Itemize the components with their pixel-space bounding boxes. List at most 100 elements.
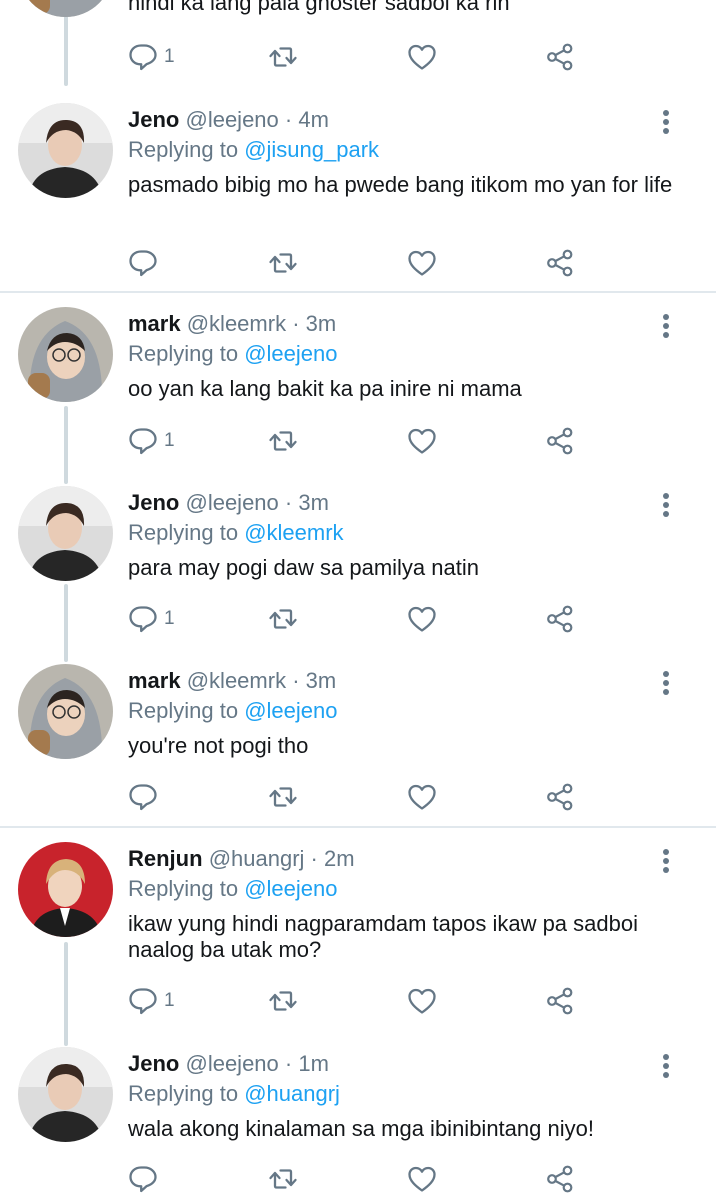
display-name[interactable]: Renjun <box>128 846 203 871</box>
tweet: mark @kleemrk · 3m Replying to @leejeno … <box>0 310 716 468</box>
share-button[interactable] <box>545 246 575 280</box>
retweet-button[interactable] <box>268 424 298 458</box>
user-handle[interactable]: @leejeno <box>185 490 278 515</box>
timestamp[interactable]: 1m <box>298 1051 329 1076</box>
mention-link[interactable]: @kleemrk <box>244 520 343 545</box>
separator: · <box>284 107 293 132</box>
tweet-actions: 1 <box>128 424 588 458</box>
reply-button[interactable] <box>128 780 164 814</box>
retweet-button[interactable] <box>268 780 298 814</box>
share-button[interactable] <box>545 984 575 1018</box>
reply-icon <box>128 248 158 278</box>
tweet-header: Jeno @leejeno · 1m <box>128 1050 329 1078</box>
tweet-actions <box>128 1162 588 1196</box>
retweet-icon <box>268 604 298 634</box>
more-vertical-icon[interactable] <box>656 108 676 136</box>
display-name[interactable]: mark <box>128 311 181 336</box>
share-icon <box>545 1164 575 1194</box>
retweet-icon <box>268 1164 298 1194</box>
share-button[interactable] <box>545 780 575 814</box>
tweet: Jeno @leejeno · 1m Replying to @huangrj … <box>0 1050 716 1200</box>
timestamp[interactable]: 3m <box>306 668 337 693</box>
retweet-button[interactable] <box>268 1162 298 1196</box>
tweet-actions <box>128 780 588 814</box>
separator: · <box>292 668 300 693</box>
reply-icon <box>128 426 158 456</box>
replying-to-label: Replying to <box>128 698 239 723</box>
share-icon <box>545 42 575 72</box>
mention-link[interactable]: @huangrj <box>244 1081 340 1106</box>
mention-link[interactable]: @leejeno <box>244 341 337 366</box>
mention-link[interactable]: @leejeno <box>244 698 337 723</box>
more-vertical-icon[interactable] <box>656 847 676 875</box>
reply-button[interactable] <box>128 1162 164 1196</box>
share-icon <box>545 426 575 456</box>
tweet-text: pasmado bibig mo ha pwede bang itikom mo… <box>128 172 673 197</box>
reply-button[interactable]: 1 <box>128 984 175 1018</box>
tweet-header: Jeno @leejeno · 4m <box>128 106 329 134</box>
user-handle[interactable]: @huangrj <box>209 846 305 871</box>
tweet-text: you're not pogi tho <box>128 733 309 758</box>
mention-link[interactable]: @leejeno <box>244 876 337 901</box>
user-handle[interactable]: @leejeno <box>185 1051 278 1076</box>
reply-button[interactable]: 1 <box>128 424 175 458</box>
more-vertical-icon[interactable] <box>656 491 676 519</box>
timestamp[interactable]: 3m <box>306 311 337 336</box>
tweet-text: hindi ka lang pala ghoster sadboi ka rin <box>128 0 510 15</box>
like-button[interactable] <box>407 1162 437 1196</box>
timestamp[interactable]: 3m <box>298 490 329 515</box>
tweet-header: Renjun @huangrj · 2m <box>128 845 355 873</box>
tweet-actions <box>128 246 588 280</box>
retweet-button[interactable] <box>268 602 298 636</box>
replying-to: Replying to @kleemrk <box>128 519 344 547</box>
share-icon <box>545 782 575 812</box>
tweet: Jeno @leejeno · 4m Replying to @jisung_p… <box>0 106 716 286</box>
reply-button[interactable] <box>128 246 164 280</box>
retweet-button[interactable] <box>268 246 298 280</box>
share-button[interactable] <box>545 424 575 458</box>
retweet-button[interactable] <box>268 984 298 1018</box>
heart-icon <box>407 426 437 456</box>
tweet-actions: 1 <box>128 40 588 74</box>
replying-to-label: Replying to <box>128 520 239 545</box>
retweet-button[interactable] <box>268 40 298 74</box>
user-handle[interactable]: @leejeno <box>185 107 278 132</box>
tweet-text: ikaw yung hindi nagparamdam tapos ikaw p… <box>128 911 638 962</box>
share-button[interactable] <box>545 40 575 74</box>
display-name[interactable]: Jeno <box>128 490 179 515</box>
more-vertical-icon[interactable] <box>656 1052 676 1080</box>
share-button[interactable] <box>545 602 575 636</box>
reply-button[interactable]: 1 <box>128 40 175 74</box>
replying-to-label: Replying to <box>128 1081 239 1106</box>
tweet: Renjun @huangrj · 2m Replying to @leejen… <box>0 845 716 1035</box>
display-name[interactable]: mark <box>128 668 181 693</box>
timestamp[interactable]: 2m <box>324 846 355 871</box>
tweet-header: mark @kleemrk · 3m <box>128 310 336 338</box>
share-icon <box>545 604 575 634</box>
like-button[interactable] <box>407 246 437 280</box>
reply-count: 1 <box>164 430 175 451</box>
user-handle[interactable]: @kleemrk <box>187 668 286 693</box>
timestamp[interactable]: 4m <box>298 107 329 132</box>
replying-to: Replying to @jisung_park <box>128 136 379 164</box>
share-button[interactable] <box>545 1162 575 1196</box>
more-vertical-icon[interactable] <box>656 312 676 340</box>
like-button[interactable] <box>407 602 437 636</box>
like-button[interactable] <box>407 424 437 458</box>
tweet-text: para may pogi daw sa pamilya natin <box>128 555 479 580</box>
reply-button[interactable]: 1 <box>128 602 175 636</box>
tweet <box>0 826 716 828</box>
tweet: hindi ka lang pala ghoster sadboi ka rin… <box>0 0 716 96</box>
more-vertical-icon[interactable] <box>656 669 676 697</box>
display-name[interactable]: Jeno <box>128 107 179 132</box>
like-button[interactable] <box>407 984 437 1018</box>
timeline: hindi ka lang pala ghoster sadboi ka rin… <box>0 0 716 1200</box>
replying-to-label: Replying to <box>128 137 239 162</box>
user-handle[interactable]: @kleemrk <box>187 311 286 336</box>
like-button[interactable] <box>407 40 437 74</box>
display-name[interactable]: Jeno <box>128 1051 179 1076</box>
like-button[interactable] <box>407 780 437 814</box>
reply-icon <box>128 42 158 72</box>
mention-link[interactable]: @jisung_park <box>244 137 379 162</box>
heart-icon <box>407 1164 437 1194</box>
